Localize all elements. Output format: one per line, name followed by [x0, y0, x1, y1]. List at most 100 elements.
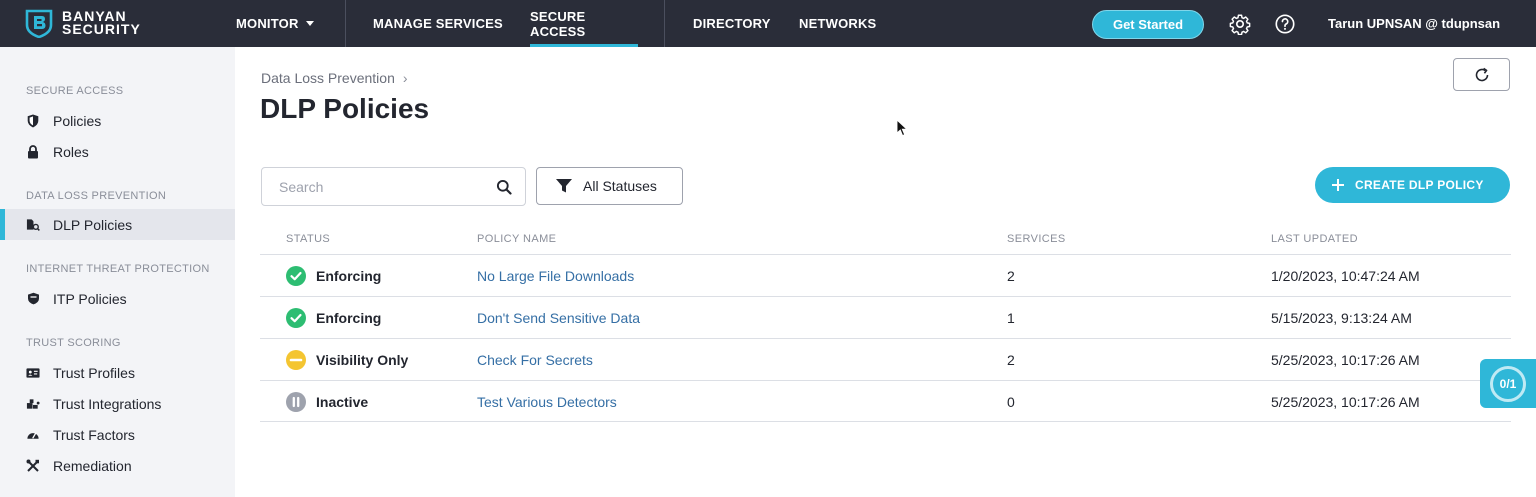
status-cell: Enforcing	[286, 255, 381, 297]
plus-icon	[1332, 179, 1344, 191]
gauge-icon	[26, 428, 40, 442]
nav-manage-services-label: MANAGE SERVICES	[373, 16, 503, 31]
onboarding-progress-widget[interactable]: 0/1	[1480, 359, 1536, 408]
column-header-last-updated[interactable]: LAST UPDATED	[1271, 233, 1358, 245]
nav-secure-access-label: SECURE ACCESS	[530, 8, 586, 39]
status-cell: Enforcing	[286, 297, 381, 339]
last-updated: 5/15/2023, 9:13:24 AM	[1271, 310, 1412, 326]
progress-ring: 0/1	[1490, 365, 1526, 402]
sidebar-item-trust-factors[interactable]: Trust Factors	[0, 419, 235, 450]
status-cell: Visibility Only	[286, 339, 408, 381]
nav-secure-access[interactable]: SECURE ACCESS	[530, 0, 638, 47]
table-row[interactable]: Enforcing No Large File Downloads 2 1/20…	[260, 254, 1511, 296]
status-label: Visibility Only	[316, 352, 409, 368]
last-updated: 1/20/2023, 10:47:24 AM	[1271, 268, 1420, 284]
breadcrumb: Data Loss Prevention ›	[261, 70, 408, 86]
table-row[interactable]: Inactive Test Various Detectors 0 5/25/2…	[260, 380, 1511, 422]
sidebar-item-policies[interactable]: Policies	[0, 105, 235, 136]
dlp-icon	[26, 218, 40, 232]
sidebar-item-roles[interactable]: Roles	[0, 136, 235, 167]
gear-icon[interactable]	[1229, 13, 1251, 35]
sidebar-section-dlp: DATA LOSS PREVENTION	[26, 190, 167, 202]
services-count: 1	[1007, 310, 1015, 326]
table-row[interactable]: Enforcing Don't Send Sensitive Data 1 5/…	[260, 296, 1511, 338]
sidebar-item-label: ITP Policies	[53, 290, 127, 307]
sidebar-item-label: Trust Profiles	[53, 364, 135, 381]
breadcrumb-link[interactable]: Data Loss Prevention	[261, 70, 395, 86]
pause-circle-icon	[286, 392, 306, 412]
sidebar-section-trust-scoring: TRUST SCORING	[26, 337, 121, 349]
sidebar-item-label: Policies	[53, 112, 102, 129]
sidebar-item-label: DLP Policies	[53, 216, 133, 233]
minus-circle-icon	[286, 350, 306, 370]
sidebar-item-remediation[interactable]: Remediation	[0, 450, 235, 481]
sidebar-item-itp-policies[interactable]: ITP Policies	[0, 283, 235, 314]
status-label: Inactive	[316, 394, 369, 410]
nav-directory-label: DIRECTORY	[693, 16, 771, 31]
policy-name-link[interactable]: Don't Send Sensitive Data	[477, 297, 640, 339]
refresh-button[interactable]	[1453, 58, 1510, 91]
user-menu[interactable]: Tarun UPNSAN @ tdupnsan	[1328, 0, 1500, 47]
id-card-icon	[26, 366, 40, 380]
nav-networks-label: NETWORKS	[799, 16, 877, 31]
sidebar: SECURE ACCESS Policies Roles DATA LOSS P…	[0, 47, 235, 497]
sidebar-item-dlp-policies[interactable]: DLP Policies	[0, 209, 235, 240]
sidebar-item-label: Trust Factors	[53, 426, 135, 443]
status-cell: Inactive	[286, 381, 368, 423]
create-dlp-policy-label: CREATE DLP POLICY	[1355, 178, 1484, 192]
top-navigation-bar: BANYAN SECURITY MONITOR MANAGE SERVICES …	[0, 0, 1536, 47]
banyan-logo[interactable]: BANYAN SECURITY	[24, 8, 141, 38]
itp-shield-icon	[26, 292, 40, 306]
nav-networks[interactable]: NETWORKS	[799, 0, 876, 47]
sidebar-item-label: Trust Integrations	[53, 395, 162, 412]
tools-icon	[26, 459, 40, 473]
filter-icon	[556, 179, 572, 193]
create-dlp-policy-button[interactable]: CREATE DLP POLICY	[1315, 167, 1510, 203]
policy-name-link[interactable]: Test Various Detectors	[477, 381, 617, 423]
nav-divider	[664, 0, 665, 47]
services-count: 2	[1007, 268, 1015, 284]
search-icon[interactable]	[496, 179, 512, 195]
status-label: Enforcing	[316, 310, 382, 326]
nav-divider	[345, 0, 346, 47]
check-circle-icon	[286, 266, 306, 286]
policy-name-link[interactable]: Check For Secrets	[477, 339, 593, 381]
lock-icon	[26, 144, 40, 159]
check-circle-icon	[286, 308, 306, 328]
sidebar-item-trust-profiles[interactable]: Trust Profiles	[0, 357, 235, 388]
sidebar-item-trust-integrations[interactable]: Trust Integrations	[0, 388, 235, 419]
status-filter-label: All Statuses	[583, 178, 657, 194]
sidebar-section-secure-access: SECURE ACCESS	[26, 85, 124, 97]
sidebar-section-itp: INTERNET THREAT PROTECTION	[26, 263, 210, 275]
column-header-policy-name[interactable]: POLICY NAME	[477, 233, 556, 245]
status-label: Enforcing	[316, 268, 382, 284]
table-row[interactable]: Visibility Only Check For Secrets 2 5/25…	[260, 338, 1511, 380]
services-count: 2	[1007, 352, 1015, 368]
caret-down-icon	[305, 21, 314, 26]
shield-icon	[26, 114, 40, 128]
column-header-services[interactable]: SERVICES	[1007, 233, 1066, 245]
get-started-button[interactable]: Get Started	[1092, 10, 1204, 39]
sidebar-item-label: Roles	[53, 143, 89, 160]
services-count: 0	[1007, 394, 1015, 410]
last-updated: 5/25/2023, 10:17:26 AM	[1271, 352, 1420, 368]
brand-name: BANYAN SECURITY	[62, 9, 141, 37]
policy-name-link[interactable]: No Large File Downloads	[477, 255, 634, 297]
status-filter-button[interactable]: All Statuses	[536, 167, 683, 205]
brand-line2: SECURITY	[62, 21, 141, 37]
last-updated: 5/25/2023, 10:17:26 AM	[1271, 394, 1420, 410]
nav-monitor[interactable]: MONITOR	[236, 0, 314, 47]
nav-directory[interactable]: DIRECTORY	[693, 0, 771, 47]
banyan-shield-icon	[25, 9, 53, 38]
search-input[interactable]	[279, 178, 479, 195]
mouse-cursor-icon	[896, 119, 908, 137]
refresh-icon	[1475, 67, 1488, 81]
help-icon[interactable]	[1274, 13, 1296, 35]
nav-monitor-label: MONITOR	[236, 16, 299, 31]
integration-icon	[26, 397, 40, 411]
column-header-status[interactable]: STATUS	[286, 233, 330, 245]
chevron-right-icon: ›	[402, 70, 408, 86]
sidebar-item-label: Remediation	[53, 457, 132, 474]
nav-manage-services[interactable]: MANAGE SERVICES	[373, 0, 503, 47]
search-box	[261, 167, 526, 206]
